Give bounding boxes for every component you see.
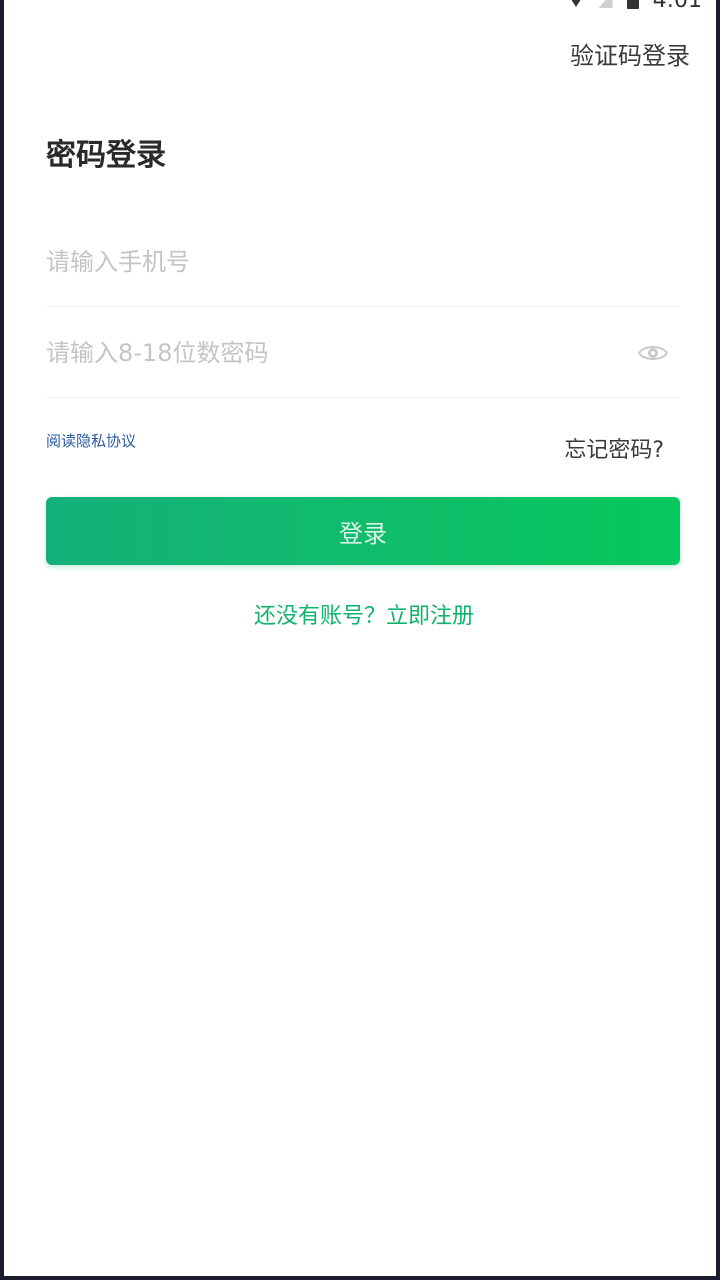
login-button[interactable]: 登录 [46, 497, 680, 565]
page-title: 密码登录 [46, 138, 166, 173]
eye-icon[interactable] [636, 336, 670, 370]
register-link[interactable]: 还没有账号？立即注册 [4, 598, 716, 630]
status-time: 4:01 [652, 0, 702, 13]
sim-icon [598, 0, 613, 8]
status-bar: 4:01 [566, 0, 702, 13]
wifi-icon [566, 0, 585, 7]
phone-field [46, 218, 680, 307]
sms-login-link[interactable]: 验证码登录 [570, 36, 690, 71]
password-input[interactable] [46, 339, 636, 367]
forgot-password-link[interactable]: 忘记密码? [564, 432, 664, 464]
screen: 4:01 验证码登录 密码登录 阅读隐私协议 忘记密码? 登录 还没有账号？立即… [0, 0, 720, 1280]
phone-input[interactable] [46, 248, 680, 276]
privacy-policy-link[interactable]: 阅读隐私协议 [46, 430, 136, 451]
password-field [46, 309, 680, 398]
battery-icon [626, 0, 639, 9]
